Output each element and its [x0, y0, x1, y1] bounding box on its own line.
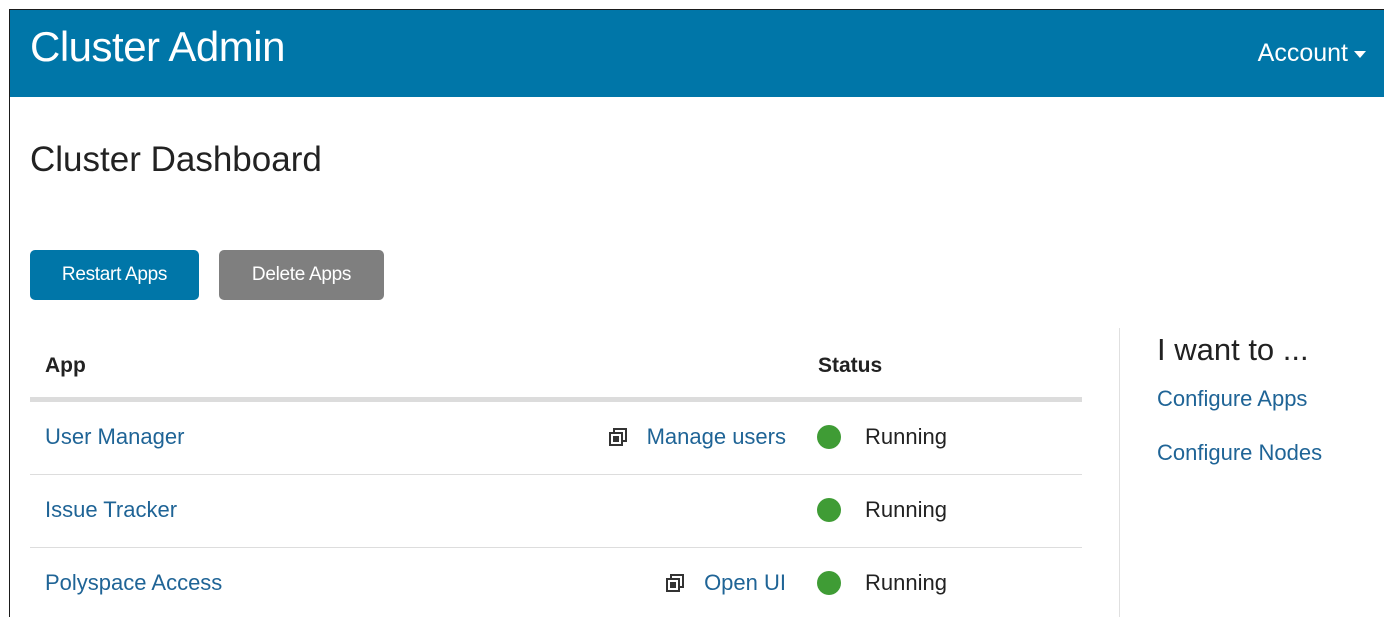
quick-actions-title: I want to ... [1157, 332, 1309, 367]
app-link-user-manager[interactable]: User Manager [45, 424, 184, 450]
account-label: Account [1257, 39, 1348, 67]
status-dot-icon [817, 571, 841, 595]
status-dot-icon [817, 498, 841, 522]
status-label: Running [865, 570, 947, 595]
action-label: Open UI [704, 570, 786, 595]
quick-actions-panel: I want to ... Configure Apps Configure N… [1157, 332, 1322, 494]
configure-apps-link[interactable]: Configure Apps [1157, 386, 1322, 412]
status-cell: Running [817, 424, 947, 450]
external-window-icon [666, 574, 685, 592]
status-label: Running [865, 497, 947, 522]
status-label: Running [865, 424, 947, 449]
apps-table: App Status User Manager Manage users Run… [30, 335, 1082, 617]
table-row: User Manager Manage users Running [30, 402, 1082, 475]
page-title: Cluster Dashboard [30, 140, 322, 179]
top-navbar: Cluster Admin Account [10, 10, 1384, 97]
restart-apps-button[interactable]: Restart Apps [30, 250, 199, 300]
sidebar-divider [1119, 328, 1120, 617]
open-ui-link[interactable]: Open UI [666, 570, 786, 596]
column-header-status: Status [818, 354, 883, 377]
status-dot-icon [817, 425, 841, 449]
caret-down-icon [1354, 50, 1366, 58]
app-link-issue-tracker[interactable]: Issue Tracker [45, 497, 177, 523]
status-cell: Running [817, 570, 947, 596]
status-cell: Running [817, 497, 947, 523]
column-header-app: App [45, 354, 86, 377]
table-header: App Status [30, 335, 1082, 402]
manage-users-link[interactable]: Manage users [608, 424, 786, 450]
app-window: Cluster Admin Account Cluster Dashboard … [9, 9, 1384, 617]
configure-nodes-link[interactable]: Configure Nodes [1157, 440, 1322, 466]
table-row: Polyspace Access Open UI Running [30, 548, 1082, 617]
account-menu[interactable]: Account [1258, 38, 1366, 68]
delete-apps-button[interactable]: Delete Apps [219, 250, 384, 300]
external-window-icon [608, 428, 627, 446]
action-label: Manage users [646, 424, 786, 449]
app-link-polyspace-access[interactable]: Polyspace Access [45, 570, 222, 596]
table-row: Issue Tracker Running [30, 475, 1082, 548]
brand-title[interactable]: Cluster Admin [30, 22, 285, 72]
